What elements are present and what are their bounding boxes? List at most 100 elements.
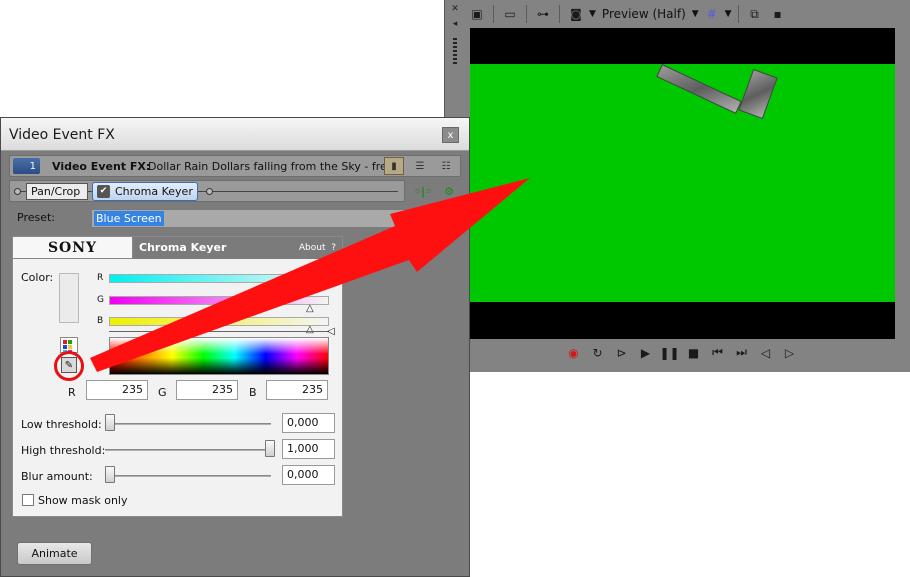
save-snapshot-icon[interactable]: ▪: [768, 4, 788, 24]
split-screen-icon[interactable]: ⊶: [533, 4, 553, 24]
r-value-input[interactable]: 235: [86, 380, 148, 400]
b-value-input[interactable]: 235: [266, 380, 328, 400]
play-from-start-icon[interactable]: ⊳: [613, 344, 630, 361]
list-view-icon[interactable]: ☰: [410, 157, 430, 175]
loop-icon[interactable]: ↻: [589, 344, 606, 361]
chain-item-label: Chroma Keyer: [115, 185, 193, 198]
preset-combobox[interactable]: Blue Screen: [91, 209, 461, 228]
g-value-input[interactable]: 235: [176, 380, 238, 400]
dialog-title: Video Event FX: [9, 127, 115, 143]
dollar-bill-image: [656, 64, 742, 114]
fx-header-label: Video Event FX:: [52, 160, 151, 173]
brightness-thumb-icon[interactable]: ◁: [327, 326, 335, 337]
copy-snapshot-icon[interactable]: ⧉: [745, 4, 765, 24]
blur-amount-label: Blur amount:: [21, 470, 93, 483]
red-channel-slider[interactable]: [109, 274, 329, 283]
high-threshold-thumb[interactable]: [265, 440, 275, 457]
channel-label-r: R: [97, 273, 104, 283]
video-preview-icon[interactable]: ▭: [500, 4, 520, 24]
chevron-down-icon[interactable]: ▼: [692, 9, 699, 19]
slider-thumb-icon[interactable]: △: [306, 324, 314, 335]
prev-frame-icon[interactable]: ⏮: [709, 344, 726, 361]
show-mask-checkbox[interactable]: [22, 494, 34, 506]
help-icon[interactable]: ?: [331, 243, 336, 253]
dollar-bill-image: [738, 68, 778, 120]
blur-amount-thumb[interactable]: [105, 466, 115, 483]
fx-view-buttons: ▮ ☰ ☷: [384, 157, 456, 175]
plugin-chain-bar: Pan/Crop ✔ Chroma Keyer: [9, 180, 405, 202]
drag-grip-handle[interactable]: [453, 38, 457, 64]
preview-quality-dropdown[interactable]: Preview (Half): [599, 7, 689, 21]
record-icon[interactable]: ◉: [565, 344, 582, 361]
about-link[interactable]: About ?: [299, 237, 336, 259]
low-threshold-track[interactable]: [105, 423, 271, 425]
slider-thumb-icon[interactable]: △: [306, 303, 314, 314]
channel-label-b: B: [97, 316, 104, 326]
pause-icon[interactable]: ❚❚: [659, 344, 679, 361]
green-screen-frame: [470, 64, 895, 302]
slider-thumb-icon[interactable]: △: [306, 282, 314, 293]
preset-label: Preset:: [17, 211, 56, 224]
preset-value[interactable]: Blue Screen: [94, 211, 164, 226]
remove-plugin-icon[interactable]: ⚙: [439, 182, 459, 200]
low-threshold-label: Low threshold:: [21, 418, 102, 431]
play-icon[interactable]: ▶: [637, 344, 654, 361]
detail-view-icon[interactable]: ☷: [436, 157, 456, 175]
fx-event-name: Dollar Rain Dollars falling from the Sky…: [148, 160, 394, 173]
animate-button[interactable]: Animate: [17, 542, 92, 565]
fx-track-number: 1: [13, 158, 40, 174]
chain-start-node: [14, 188, 21, 195]
color-swatch: [59, 273, 79, 323]
grid-icon[interactable]: #: [702, 4, 722, 24]
high-threshold-track[interactable]: [105, 449, 271, 451]
close-button[interactable]: x: [442, 127, 459, 143]
transport-controls: ◉ ↻ ⊳ ▶ ❚❚ ■ ⏮ ⏭ ◁ ▷: [565, 344, 798, 361]
b-label: B: [249, 386, 257, 399]
dialog-title-bar[interactable]: Video Event FX x: [1, 118, 469, 151]
external-monitor-icon[interactable]: ▣: [467, 4, 487, 24]
preview-video-frame[interactable]: [470, 28, 895, 339]
blur-amount-track[interactable]: [105, 475, 271, 477]
blur-amount-input[interactable]: 0,000: [282, 465, 335, 485]
chevron-down-icon[interactable]: ▼: [589, 9, 596, 19]
plugin-title: Chroma Keyer About ?: [133, 237, 342, 259]
next-marker-icon[interactable]: ▷: [781, 344, 798, 361]
toolbar-divider: [559, 5, 560, 23]
green-channel-slider[interactable]: [109, 296, 329, 305]
chain-end-node: [206, 188, 213, 195]
low-threshold-thumb[interactable]: [105, 414, 115, 431]
video-preview-window: ✕ ◂ ▣ ▭ ⊶ ◙ ▼ Preview (Half) ▼ # ▼ ⧉ ▪ ◉…: [444, 0, 910, 372]
blue-channel-slider[interactable]: [109, 317, 329, 326]
highlight-circle: [54, 351, 84, 381]
chevron-down-icon[interactable]: ▼: [725, 9, 732, 19]
next-frame-icon[interactable]: ⏭: [733, 344, 750, 361]
fx-header-bar: 1 Video Event FX: Dollar Rain Dollars fa…: [9, 155, 461, 177]
chain-item-chroma-keyer[interactable]: ✔ Chroma Keyer: [92, 182, 198, 201]
preview-toolbar: ▣ ▭ ⊶ ◙ ▼ Preview (Half) ▼ # ▼ ⧉ ▪: [467, 3, 910, 25]
prev-marker-icon[interactable]: ◁: [757, 344, 774, 361]
bypass-toggle-icon[interactable]: ▮: [384, 157, 404, 175]
pin-arrow-icon[interactable]: ◂: [453, 19, 458, 29]
stop-icon[interactable]: ■: [685, 344, 702, 361]
color-label: Color:: [21, 271, 54, 284]
r-label: R: [68, 386, 76, 399]
close-icon[interactable]: ✕: [451, 4, 459, 14]
g-label: G: [158, 386, 167, 399]
low-threshold-input[interactable]: 0,000: [282, 413, 335, 433]
channel-label-g: G: [97, 295, 104, 305]
screen-root: ✕ ◂ ▣ ▭ ⊶ ◙ ▼ Preview (Half) ▼ # ▼ ⧉ ▪ ◉…: [0, 0, 910, 577]
chroma-keyer-panel: SONY Chroma Keyer About ? Color: ✎ R G B…: [12, 236, 343, 517]
checkmark-icon[interactable]: ✔: [97, 185, 110, 198]
high-threshold-input[interactable]: 1,000: [282, 439, 335, 459]
dialog-body: 1 Video Event FX: Dollar Rain Dollars fa…: [9, 152, 461, 576]
chain-item-pan-crop[interactable]: Pan/Crop: [26, 183, 88, 200]
toolbar-divider: [526, 5, 527, 23]
color-spectrum-picker[interactable]: [109, 337, 329, 375]
toolbar-divider: [493, 5, 494, 23]
plugin-chain-icon[interactable]: ◦|◦: [413, 182, 433, 200]
overlays-icon[interactable]: ◙: [566, 4, 586, 24]
high-threshold-label: High threshold:: [21, 444, 106, 457]
brightness-slider[interactable]: [109, 331, 329, 332]
preview-side-strip: ✕ ◂: [449, 4, 461, 64]
plugin-name: Chroma Keyer: [139, 241, 227, 254]
